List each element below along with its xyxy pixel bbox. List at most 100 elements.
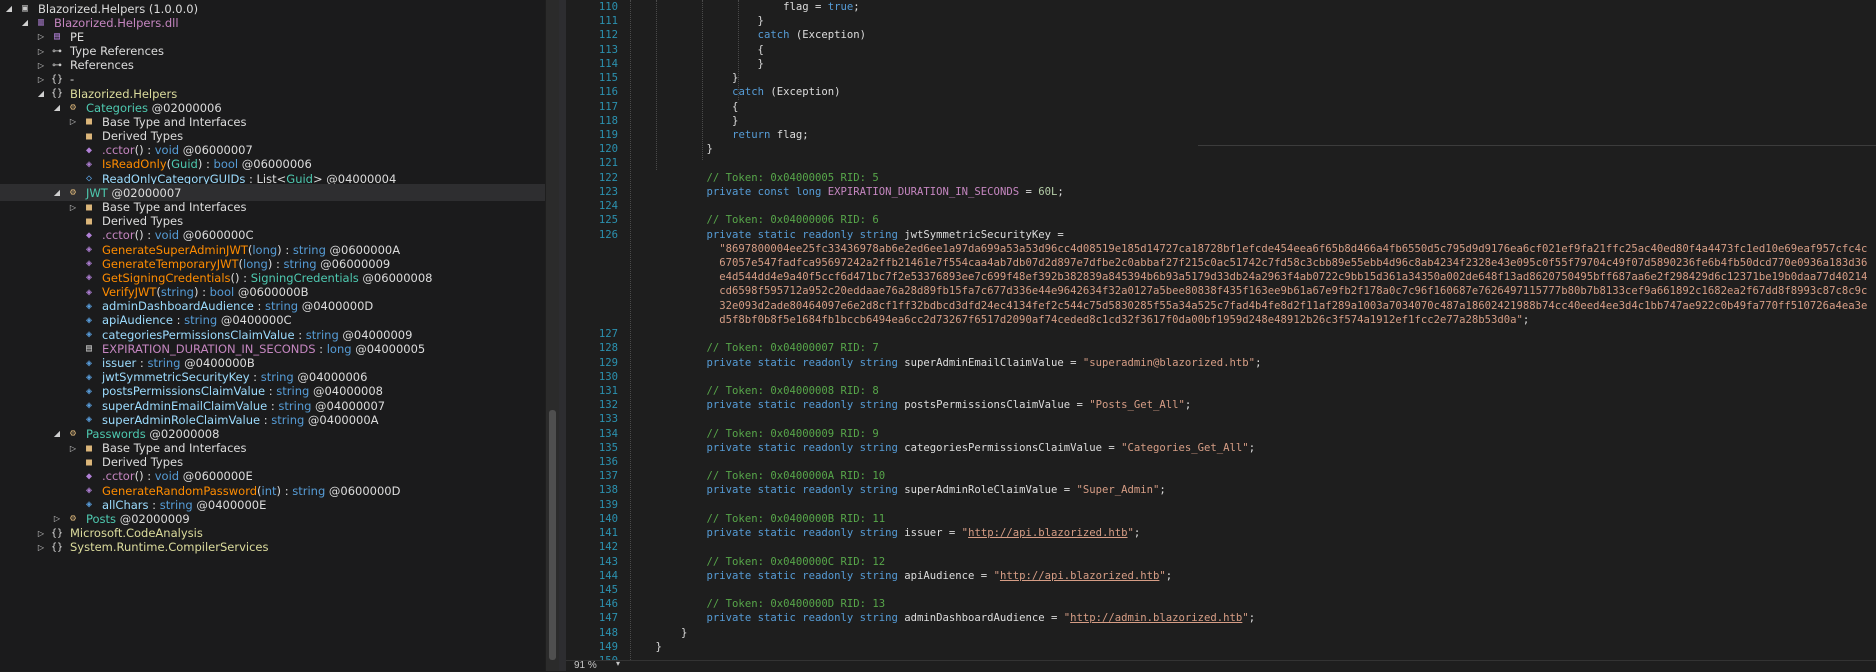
code-line: 124 bbox=[566, 199, 630, 213]
editor-status-bar: 91 % ▾ bbox=[566, 659, 1876, 672]
code-line: 148 } bbox=[566, 626, 688, 640]
line-number: 133 bbox=[598, 413, 618, 426]
code-line: e4d544dd4e9a40f5ccf6d471bc7f2e53376893ee… bbox=[566, 270, 1867, 284]
tree-scrollbar[interactable] bbox=[546, 0, 559, 671]
line-number: 113 bbox=[598, 43, 618, 56]
code-token: { bbox=[630, 100, 739, 113]
code-line: 113 { bbox=[566, 43, 764, 57]
line-number: 136 bbox=[598, 456, 618, 469]
code-token[interactable]: http://admin.blazorized.htb bbox=[1070, 612, 1242, 624]
line-number: 134 bbox=[598, 427, 618, 440]
code-token[interactable]: http://api.blazorized.htb bbox=[1000, 570, 1159, 582]
code-line: 125 // Token: 0x04000006 RID: 6 bbox=[566, 213, 879, 227]
code-token: issuer = bbox=[904, 527, 962, 540]
code-token: (Exception) bbox=[763, 86, 841, 99]
code-line: 120 } bbox=[566, 142, 713, 156]
line-number: 148 bbox=[598, 626, 618, 639]
code-token: "Posts_Get_All" bbox=[1089, 399, 1185, 412]
code-token: catch bbox=[757, 29, 790, 42]
code-line: 139 bbox=[566, 498, 630, 512]
line-number: 111 bbox=[598, 15, 618, 28]
code-token: } bbox=[630, 57, 764, 70]
code-token: return bbox=[732, 128, 771, 141]
line-number: 122 bbox=[598, 171, 618, 184]
line-number: 129 bbox=[598, 356, 618, 369]
collapsed-arrow-icon[interactable]: ▷ bbox=[36, 539, 46, 556]
code-line: 116 catch (Exception) bbox=[566, 85, 841, 99]
code-line: 141 private static readonly string issue… bbox=[566, 526, 1140, 540]
code-token: } bbox=[630, 15, 764, 28]
code-token: apiAudience = bbox=[904, 569, 994, 582]
line-number: 138 bbox=[598, 484, 618, 497]
chevron-down-icon[interactable]: ▾ bbox=[616, 659, 620, 668]
code-line: 143 // Token: 0x0400000C RID: 12 bbox=[566, 555, 885, 569]
code-token: (Exception) bbox=[789, 29, 866, 42]
code-token: // Token: 0x04000009 RID: 9 bbox=[706, 427, 879, 440]
code-token: ; bbox=[1159, 484, 1166, 497]
line-number: 112 bbox=[598, 29, 618, 42]
line-number: 143 bbox=[598, 555, 618, 568]
line-number: 125 bbox=[598, 214, 618, 227]
line-number: 120 bbox=[598, 143, 618, 156]
line-number: 149 bbox=[598, 640, 618, 653]
code-token: } bbox=[630, 72, 739, 85]
code-line: 111 } bbox=[566, 14, 764, 28]
code-token[interactable]: http://api.blazorized.htb bbox=[968, 527, 1127, 539]
code-editor[interactable]: 110 flag = true; 111 } 112 catch (Exceptio… bbox=[566, 0, 1876, 660]
code-token: // Token: 0x0400000A RID: 10 bbox=[706, 470, 886, 483]
line-number: 121 bbox=[598, 157, 618, 170]
tree-node[interactable]: ▷ {} System.Runtime.CompilerServices bbox=[0, 539, 545, 556]
code-token: ; bbox=[1184, 399, 1192, 412]
code-token: { bbox=[630, 43, 764, 56]
line-number: 126 bbox=[598, 228, 618, 241]
zoom-level[interactable]: 91 % bbox=[574, 660, 597, 671]
code-token: 60L bbox=[1038, 185, 1058, 198]
code-line: 137 // Token: 0x0400000A RID: 10 bbox=[566, 469, 885, 483]
code-line: 110 flag = true; bbox=[566, 0, 860, 14]
assembly-explorer-tree[interactable]: ◢ ▣ Blazorized.Helpers (1.0.0.0) ◢ ▥ Blazoriz… bbox=[0, 0, 545, 671]
line-number: 140 bbox=[598, 512, 618, 525]
indent-guide bbox=[738, 0, 739, 100]
line-number: 118 bbox=[598, 114, 618, 127]
line-number: 124 bbox=[598, 200, 618, 213]
code-token: } bbox=[630, 626, 688, 639]
code-line: 134 // Token: 0x04000009 RID: 9 bbox=[566, 427, 879, 441]
line-number: 117 bbox=[598, 100, 618, 113]
indent-guide bbox=[630, 0, 631, 660]
code-token: private const long bbox=[706, 185, 828, 198]
code-line: cd6598f595712a952c20eddaae76a28d89fb15fa… bbox=[566, 284, 1867, 298]
code-line: 133 bbox=[566, 412, 630, 426]
code-line: 140 // Token: 0x0400000B RID: 11 bbox=[566, 512, 885, 526]
tree-scrollbar-thumb[interactable] bbox=[549, 410, 556, 660]
code-token: cd6598f595712a952c20eddaae76a28d89fb15fa… bbox=[719, 285, 1868, 298]
code-line: 123 private const long EXPIRATION_DURATI… bbox=[566, 185, 1064, 199]
code-line: 32e093d2ade80464097e6e2d8cf1ff32bdbcd3df… bbox=[566, 299, 1867, 313]
line-number: 131 bbox=[598, 384, 618, 397]
code-token: // Token: 0x0400000D RID: 13 bbox=[706, 598, 886, 611]
code-token: private static readonly string bbox=[706, 612, 905, 625]
code-line: 118 } bbox=[566, 114, 739, 128]
line-number: 135 bbox=[598, 441, 618, 454]
code-token: adminDashboardAudience = bbox=[904, 612, 1064, 625]
code-token: ; bbox=[1248, 441, 1256, 454]
code-line: 142 bbox=[566, 540, 630, 554]
pane-splitter[interactable] bbox=[559, 0, 566, 671]
code-line: 135 private static readonly string categ… bbox=[566, 441, 1255, 455]
code-line: 117 { bbox=[566, 100, 739, 114]
line-number: 128 bbox=[598, 342, 618, 355]
code-token: ; bbox=[1522, 313, 1530, 326]
code-line: 127 bbox=[566, 327, 630, 341]
